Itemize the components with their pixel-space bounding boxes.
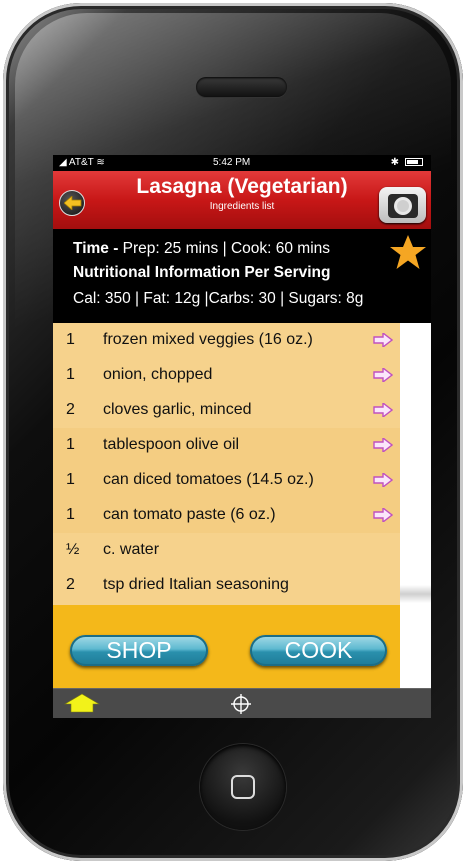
ingredient-name: tsp dried Italian seasoning (103, 576, 289, 593)
time-line: Time - Prep: 25 mins | Cook: 60 mins (73, 240, 330, 258)
bottom-toolbar (53, 688, 431, 718)
cook-button[interactable]: COOK (250, 635, 387, 666)
ingredient-qty: ½ (66, 541, 80, 558)
ingredients-list: 1 frozen mixed veggies (16 oz.) 1 onion,… (53, 323, 400, 605)
ingredient-qty: 2 (66, 401, 75, 418)
scrollbar-track[interactable] (400, 323, 431, 688)
list-item[interactable]: 2 cloves garlic, minced (53, 393, 400, 428)
nutrition-values: Cal: 350 | Fat: 12g |Carbs: 30 | Sugars:… (73, 290, 364, 307)
ingredient-qty: 1 (66, 436, 75, 453)
list-item[interactable]: 1 can tomato paste (6 oz.) (53, 498, 400, 533)
recipe-info: Time - Prep: 25 mins | Cook: 60 mins Nut… (53, 229, 431, 323)
list-item[interactable]: ½ c. water (53, 533, 400, 568)
ingredient-name: tablespoon olive oil (103, 436, 240, 453)
phone-screen: ◢ AT&T ≋ 5:42 PM ✱ Lasagna (Vegetarian) … (53, 155, 431, 718)
ingredient-name: can diced tomatoes (14.5 oz.) (103, 471, 314, 488)
phone-speaker (196, 77, 287, 97)
back-arrow-icon (64, 196, 82, 210)
list-item[interactable]: 1 tablespoon olive oil (53, 428, 400, 463)
ingredient-name: onion, chopped (103, 366, 213, 383)
page-subtitle: Ingredients list (209, 201, 275, 212)
ingredient-name: can tomato paste (6 oz.) (103, 506, 276, 523)
status-time: 5:42 PM (213, 157, 251, 168)
status-bar: ◢ AT&T ≋ 5:42 PM ✱ (53, 155, 431, 171)
add-arrow-icon[interactable] (373, 368, 393, 382)
title-bar: Lasagna (Vegetarian) Ingredients list (53, 171, 431, 229)
list-item[interactable]: 1 onion, chopped (53, 358, 400, 393)
add-arrow-icon[interactable] (373, 508, 393, 522)
page-title: Lasagna (Vegetarian) (136, 175, 348, 198)
scrollbar-thumb[interactable] (400, 585, 431, 603)
list-item[interactable]: 1 can diced tomatoes (14.5 oz.) (53, 463, 400, 498)
shop-button[interactable]: SHOP (70, 635, 208, 666)
home-square-icon (231, 775, 255, 799)
camera-icon (388, 194, 418, 218)
time-value: Prep: 25 mins | Cook: 60 mins (118, 240, 331, 257)
list-item[interactable]: 2 tsp dried Italian seasoning (53, 568, 400, 603)
wifi-icon: ≋ (96, 157, 105, 168)
home-icon[interactable] (64, 693, 100, 713)
action-panel: SHOP COOK (53, 605, 400, 688)
ingredient-qty: 1 (66, 471, 75, 488)
list-item[interactable]: 1 frozen mixed veggies (16 oz.) (53, 323, 400, 358)
nutrition-heading: Nutritional Information Per Serving (73, 264, 331, 281)
ingredient-name: frozen mixed veggies (16 oz.) (103, 331, 313, 348)
battery-icon (405, 158, 423, 166)
add-arrow-icon[interactable] (373, 403, 393, 417)
ingredient-qty: 1 (66, 366, 75, 383)
add-arrow-icon[interactable] (373, 473, 393, 487)
ingredient-name: cloves garlic, minced (103, 401, 252, 418)
add-arrow-icon[interactable] (373, 438, 393, 452)
favorite-star-icon[interactable] (389, 234, 427, 270)
camera-button[interactable] (379, 187, 426, 223)
time-label: Time - (73, 240, 119, 257)
carrier-label: ◢ AT&T ≋ (59, 157, 105, 168)
ingredient-qty: 1 (66, 506, 75, 523)
crosshair-icon[interactable] (231, 694, 251, 714)
back-button[interactable] (59, 190, 85, 216)
carrier-name: AT&T (68, 157, 94, 168)
ingredient-qty: 1 (66, 331, 75, 348)
bluetooth-icon: ✱ (390, 157, 399, 168)
ingredient-qty: 2 (66, 576, 75, 593)
add-arrow-icon[interactable] (373, 333, 393, 347)
phone-home-button[interactable] (200, 744, 286, 830)
ingredient-name: c. water (103, 541, 160, 558)
